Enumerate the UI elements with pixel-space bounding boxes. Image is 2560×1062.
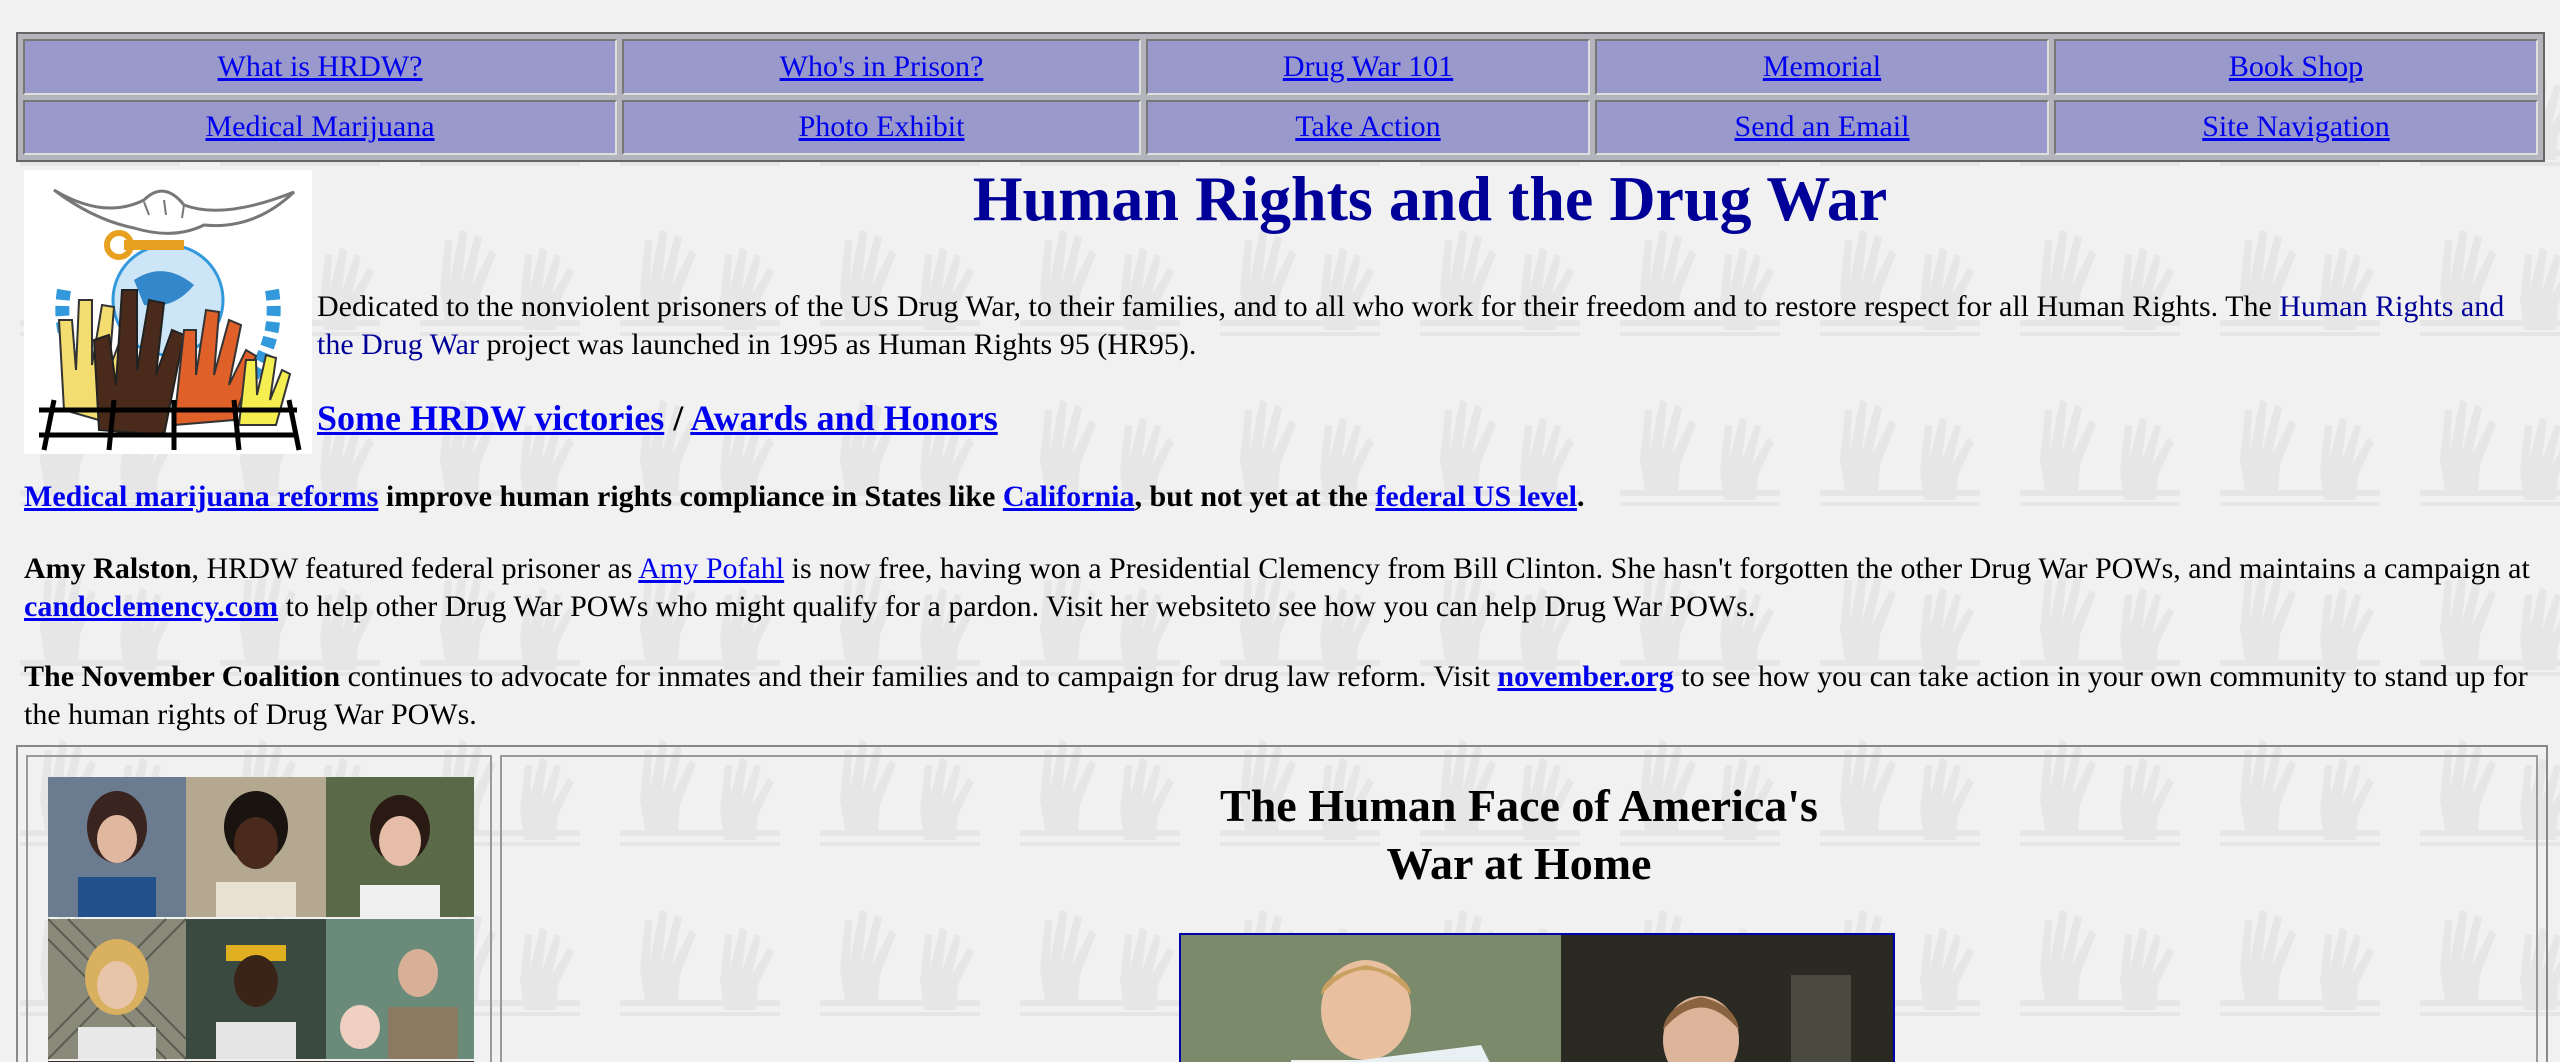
prisoner-photo-mosaic[interactable] xyxy=(48,777,474,1062)
amy-text-1: , HRDW featured federal prisoner as xyxy=(191,552,633,585)
november-text-1: continues to advocate for inmates and th… xyxy=(347,660,1490,693)
hrdw-victories-link[interactable]: Some HRDW victories xyxy=(317,398,664,438)
nav-link-photo-exhibit[interactable]: Photo Exhibit xyxy=(799,110,965,143)
nav-cell-what-is-hrdw: What is HRDW? xyxy=(23,39,617,95)
nav-cell-photo-exhibit: Photo Exhibit xyxy=(622,99,1141,155)
nav-link-memorial[interactable]: Memorial xyxy=(1763,50,1881,83)
nav-row-2: Medical Marijuana Photo Exhibit Take Act… xyxy=(23,99,2538,155)
medical-marijuana-reforms-link[interactable]: Medical marijuana reforms xyxy=(24,480,378,513)
november-coalition-name: The November Coalition xyxy=(24,660,341,693)
nav-link-drug-war-101[interactable]: Drug War 101 xyxy=(1283,50,1453,83)
nav-link-book-shop[interactable]: Book Shop xyxy=(2229,50,2363,83)
children-protest-photo[interactable] xyxy=(1179,933,1895,1062)
november-org-link[interactable]: november.org xyxy=(1497,660,1673,693)
lower-content-table: The Human Face of America's War at Home xyxy=(16,745,2548,1062)
november-coalition-paragraph: The November Coalition continues to advo… xyxy=(24,658,2544,734)
nav-cell-book-shop: Book Shop xyxy=(2054,39,2538,95)
nav-link-site-navigation[interactable]: Site Navigation xyxy=(2202,110,2389,143)
human-face-title-line-2: War at Home xyxy=(1386,838,1652,889)
nav-link-medical-marijuana[interactable]: Medical Marijuana xyxy=(205,110,434,143)
nav-cell-drug-war-101: Drug War 101 xyxy=(1146,39,1590,95)
nav-cell-memorial: Memorial xyxy=(1595,39,2049,95)
amy-ralston-name: Amy Ralston xyxy=(24,552,192,585)
medical-text-2: , but not yet at the xyxy=(1134,480,1368,513)
nav-link-take-action[interactable]: Take Action xyxy=(1295,110,1440,143)
medical-text-3: . xyxy=(1576,480,1585,513)
hrdw-logo xyxy=(24,170,312,454)
nav-link-send-an-email[interactable]: Send an Email xyxy=(1735,110,1910,143)
amy-text-2: is now free, having won a Presidential C… xyxy=(791,552,2530,585)
human-face-title-line-1: The Human Face of America's xyxy=(1220,780,1818,831)
intro-paragraph: Dedicated to the nonviolent prisoners of… xyxy=(317,288,2537,364)
awards-honors-link[interactable]: Awards and Honors xyxy=(690,398,997,438)
nav-cell-site-navigation: Site Navigation xyxy=(2054,99,2538,155)
medical-text-1: improve human rights compliance in State… xyxy=(385,480,996,513)
victories-separator: / xyxy=(673,398,684,438)
intro-tail: project was launched in 1995 as Human Ri… xyxy=(486,328,1197,361)
human-face-title: The Human Face of America's War at Home xyxy=(502,777,2536,893)
nav-cell-send-an-email: Send an Email xyxy=(1595,99,2049,155)
nav-cell-take-action: Take Action xyxy=(1146,99,1590,155)
federal-us-level-link[interactable]: federal US level xyxy=(1375,480,1577,513)
nav-cell-medical-marijuana: Medical Marijuana xyxy=(23,99,617,155)
nav-cell-whos-in-prison: Who's in Prison? xyxy=(622,39,1141,95)
intro-text: Dedicated to the nonviolent prisoners of… xyxy=(317,290,2272,323)
california-link[interactable]: California xyxy=(1003,480,1135,513)
amy-text-3: to help other Drug War POWs who might qu… xyxy=(285,590,1756,623)
victories-line: Some HRDW victories / Awards and Honors xyxy=(317,397,998,439)
amy-ralston-paragraph: Amy Ralston, HRDW featured federal priso… xyxy=(24,550,2544,626)
amy-pofahl-link[interactable]: Amy Pofahl xyxy=(638,552,784,585)
nav-link-what-is-hrdw[interactable]: What is HRDW? xyxy=(218,50,423,83)
main-nav-table: What is HRDW? Who's in Prison? Drug War … xyxy=(16,32,2545,162)
medical-marijuana-paragraph: Medical marijuana reforms improve human … xyxy=(24,478,2544,516)
page-title: Human Rights and the Drug War xyxy=(972,163,1888,234)
prisoner-photos-cell xyxy=(26,755,492,1062)
nav-link-whos-in-prison[interactable]: Who's in Prison? xyxy=(780,50,984,83)
candoclemency-link[interactable]: candoclemency.com xyxy=(24,590,278,623)
nav-row-1: What is HRDW? Who's in Prison? Drug War … xyxy=(23,39,2538,95)
human-face-cell: The Human Face of America's War at Home xyxy=(500,755,2538,1062)
